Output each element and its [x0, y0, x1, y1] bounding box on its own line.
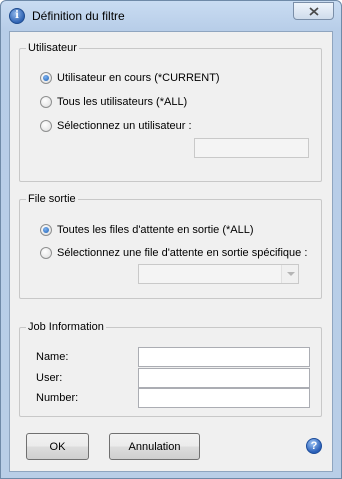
utilisateur-group: Utilisateur Utilisateur en cours (*CURRE…: [19, 42, 322, 182]
radio-button-checked[interactable]: [40, 224, 52, 236]
radio-all-users[interactable]: Tous les utilisateurs (*ALL): [40, 96, 187, 108]
radio-label: Sélectionnez un utilisateur :: [57, 120, 192, 132]
radio-button[interactable]: [40, 96, 52, 108]
chevron-down-icon[interactable]: [281, 265, 298, 283]
number-input[interactable]: [138, 388, 310, 408]
radio-button[interactable]: [40, 247, 52, 259]
dialog-body: Utilisateur Utilisateur en cours (*CURRE…: [9, 31, 333, 472]
title-bar[interactable]: i Définition du filtre: [1, 1, 341, 31]
close-icon: [308, 6, 319, 16]
radio-button[interactable]: [40, 120, 52, 132]
radio-label: Sélectionnez une file d'attente en sorti…: [57, 247, 308, 259]
cancel-button[interactable]: Annulation: [109, 433, 200, 460]
radio-select-user[interactable]: Sélectionnez un utilisateur :: [40, 120, 192, 132]
file-sortie-legend: File sortie: [26, 193, 78, 205]
utilisateur-legend: Utilisateur: [26, 42, 79, 54]
radio-label: Utilisateur en cours (*CURRENT): [57, 72, 220, 84]
help-icon[interactable]: ?: [306, 438, 322, 454]
name-input[interactable]: [138, 347, 310, 367]
job-information-legend: Job Information: [26, 321, 106, 333]
job-information-group: Job Information Name: User: Number:: [19, 321, 322, 417]
radio-specific-queue[interactable]: Sélectionnez une file d'attente en sorti…: [40, 247, 307, 259]
close-button[interactable]: [293, 2, 334, 20]
name-label: Name:: [36, 351, 69, 363]
queue-select[interactable]: [138, 264, 299, 284]
user-label: User:: [36, 372, 63, 384]
window-title: Définition du filtre: [32, 9, 125, 23]
app-icon: i: [9, 8, 25, 24]
radio-button-checked[interactable]: [40, 72, 52, 84]
user-input-job[interactable]: [138, 368, 310, 388]
radio-label: Tous les utilisateurs (*ALL): [57, 96, 188, 108]
number-label: Number:: [36, 392, 79, 404]
dialog-window: i Définition du filtre Utilisateur Utili…: [0, 0, 342, 479]
user-input[interactable]: [194, 138, 309, 158]
radio-label: Toutes les files d'attente en sortie (*A…: [57, 224, 254, 236]
file-sortie-group: File sortie Toutes les files d'attente e…: [19, 193, 322, 299]
radio-current-user[interactable]: Utilisateur en cours (*CURRENT): [40, 72, 220, 84]
radio-all-queues[interactable]: Toutes les files d'attente en sortie (*A…: [40, 224, 254, 236]
ok-button[interactable]: OK: [26, 433, 89, 460]
